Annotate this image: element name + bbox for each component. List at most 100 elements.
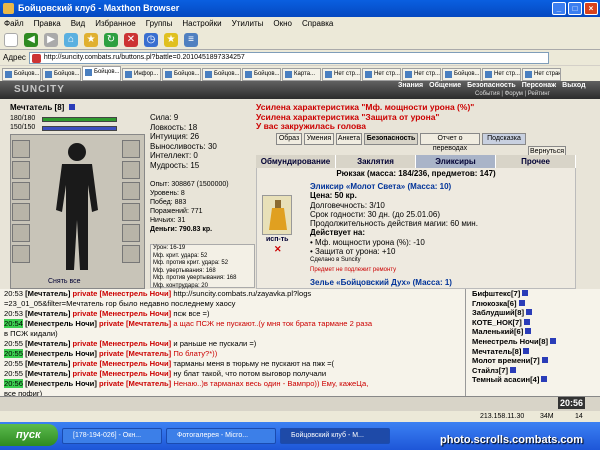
game-nav-item[interactable]: Общение: [429, 82, 461, 89]
minimize-button[interactable]: _: [552, 2, 566, 15]
taskbar-button[interactable]: Фотогалерея - Micro...: [166, 428, 276, 444]
user-list-item[interactable]: Маленький[6]: [472, 327, 600, 337]
user-list-item[interactable]: Мечтатель[8]: [472, 347, 600, 357]
user-list-item[interactable]: КОТЕ_НОК[7]: [472, 318, 600, 328]
game-nav-item[interactable]: Выход: [562, 82, 585, 89]
user-list-item[interactable]: Темный асасин[4]: [472, 375, 600, 385]
favorites-icon[interactable]: ★: [84, 32, 98, 47]
browser-tab[interactable]: Бойцов...: [42, 68, 81, 81]
menu-item[interactable]: Группы: [146, 17, 173, 30]
chat-private[interactable]: private [Менестрель Ночи]: [72, 309, 171, 318]
refresh-icon[interactable]: ↻: [104, 32, 118, 47]
belt-slot[interactable]: [12, 224, 30, 242]
user-info-icon[interactable]: [522, 290, 529, 296]
game-subnav[interactable]: События | Форум | Рейтинг: [475, 91, 550, 97]
start-button[interactable]: пуск: [0, 424, 58, 446]
user-list-item[interactable]: Стайлз[7]: [472, 366, 600, 376]
browser-tab[interactable]: Бойцов...: [242, 68, 281, 81]
boots-slot[interactable]: [122, 224, 140, 242]
user-info-icon[interactable]: [541, 376, 548, 383]
browser-tab[interactable]: Нет стр...: [402, 68, 441, 81]
address-input[interactable]: http://suncity.combats.ru/buttons.pl?bat…: [28, 51, 549, 64]
user-name[interactable]: Заблудший: [472, 308, 515, 317]
forward-icon[interactable]: ▶: [44, 32, 58, 47]
chat-private[interactable]: private [Менестрель Ночи]: [72, 369, 171, 378]
user-name[interactable]: КОТЕ_НОК: [472, 318, 513, 327]
user-list-item[interactable]: Глюкозка[6]: [472, 299, 600, 309]
chat-private[interactable]: private [Менестрель Ночи]: [72, 339, 171, 348]
browser-tab[interactable]: Бойцов...: [202, 68, 241, 81]
game-button[interactable]: Отчет о переводах: [420, 133, 480, 152]
user-info-icon[interactable]: [523, 318, 530, 325]
remove-all-link[interactable]: Снять все: [48, 278, 81, 285]
chat-nick[interactable]: [Мечтатель]: [25, 369, 70, 378]
game-button[interactable]: Анкета: [336, 133, 362, 145]
chat-nick[interactable]: [Мечтатель]: [25, 359, 70, 368]
chat-private[interactable]: private [Мечтатель]: [99, 319, 171, 328]
stop-icon[interactable]: ✕: [124, 32, 138, 47]
user-name[interactable]: Молот времени: [472, 356, 530, 365]
back-icon[interactable]: ◀: [24, 32, 38, 47]
home-icon[interactable]: ⌂: [64, 32, 78, 47]
armor-slot[interactable]: [12, 203, 30, 221]
user-name[interactable]: Маленький: [472, 327, 514, 336]
browser-tab[interactable]: Нет стр...: [322, 68, 361, 81]
chat-private[interactable]: private [Менестрель Ночи]: [72, 289, 171, 298]
use-item-link[interactable]: исп-ть: [266, 236, 289, 243]
game-button[interactable]: Образ: [276, 133, 302, 145]
browser-tab[interactable]: Нет стр...: [362, 68, 401, 81]
gloves-slot[interactable]: [122, 161, 140, 179]
history-icon[interactable]: ◷: [144, 32, 158, 47]
close-button[interactable]: ×: [584, 2, 598, 15]
menu-item[interactable]: Вид: [71, 17, 85, 30]
taskbar-button[interactable]: Бойцовский клуб - M...: [280, 428, 390, 444]
user-name[interactable]: Бифштекс: [472, 289, 511, 298]
tools-icon[interactable]: ≡: [184, 32, 198, 47]
menu-item[interactable]: Окно: [273, 17, 292, 30]
user-list-item[interactable]: Бифштекс[7]: [472, 289, 600, 299]
menu-item[interactable]: Настройки: [182, 17, 221, 30]
chat-nick[interactable]: [Менестрель Ночи]: [25, 379, 97, 388]
user-info-icon[interactable]: [509, 366, 516, 373]
browser-tab[interactable]: Бойцов...: [82, 66, 121, 81]
menu-item[interactable]: Утилиты: [232, 17, 264, 30]
game-nav-item[interactable]: Безопасность: [467, 82, 516, 89]
new-page-icon[interactable]: [4, 32, 18, 47]
chat-nick[interactable]: [Мечтатель]: [25, 309, 70, 318]
user-name[interactable]: Стайлз: [472, 366, 499, 375]
chat-nick[interactable]: [Мечтатель]: [25, 289, 70, 298]
user-info-icon[interactable]: [518, 299, 525, 306]
user-info-icon[interactable]: [523, 347, 530, 354]
user-name[interactable]: Менестрель Ночи: [472, 337, 539, 346]
user-info-icon[interactable]: [525, 328, 532, 335]
game-button[interactable]: Безопасность: [364, 133, 418, 145]
info-icon[interactable]: [68, 104, 75, 110]
game-button[interactable]: Умения: [304, 133, 334, 145]
user-name[interactable]: Глюкозка: [472, 299, 507, 308]
weapon-slot[interactable]: [12, 182, 30, 200]
menu-item[interactable]: Файл: [4, 17, 24, 30]
chat-nick[interactable]: [Мечтатель]: [25, 339, 70, 348]
game-button[interactable]: Подсказка: [482, 133, 526, 145]
menu-item[interactable]: Справка: [302, 17, 333, 30]
taskbar-button[interactable]: [178-194-026] - Окн...: [62, 428, 162, 444]
chat-private[interactable]: private [Мечтатель]: [99, 349, 171, 358]
menu-item[interactable]: Правка: [34, 17, 61, 30]
browser-tab[interactable]: Нет стран...: [522, 68, 561, 81]
user-list-item[interactable]: Менестрель Ночи[8]: [472, 337, 600, 347]
browser-tab[interactable]: Инфор...: [122, 68, 161, 81]
bookmark-star-icon[interactable]: ★: [164, 32, 178, 47]
earrings-slot[interactable]: [122, 140, 140, 158]
user-info-icon[interactable]: [526, 309, 533, 316]
chat-nick[interactable]: [Менестрель Ночи]: [25, 319, 97, 328]
shield-slot[interactable]: [122, 182, 140, 200]
necklace-slot[interactable]: [12, 161, 30, 179]
chat-nick[interactable]: [Менестрель Ночи]: [25, 349, 97, 358]
chat-private[interactable]: private [Мечтатель]: [99, 379, 171, 388]
browser-tab[interactable]: Бойцов...: [2, 68, 41, 81]
leggings-slot[interactable]: [122, 203, 140, 221]
chat-private[interactable]: private [Менестрель Ночи]: [72, 359, 171, 368]
browser-tab[interactable]: Карта...: [282, 68, 321, 81]
character-name[interactable]: Мечтатель [8]: [10, 103, 75, 112]
game-nav-item[interactable]: Персонаж: [522, 82, 556, 89]
